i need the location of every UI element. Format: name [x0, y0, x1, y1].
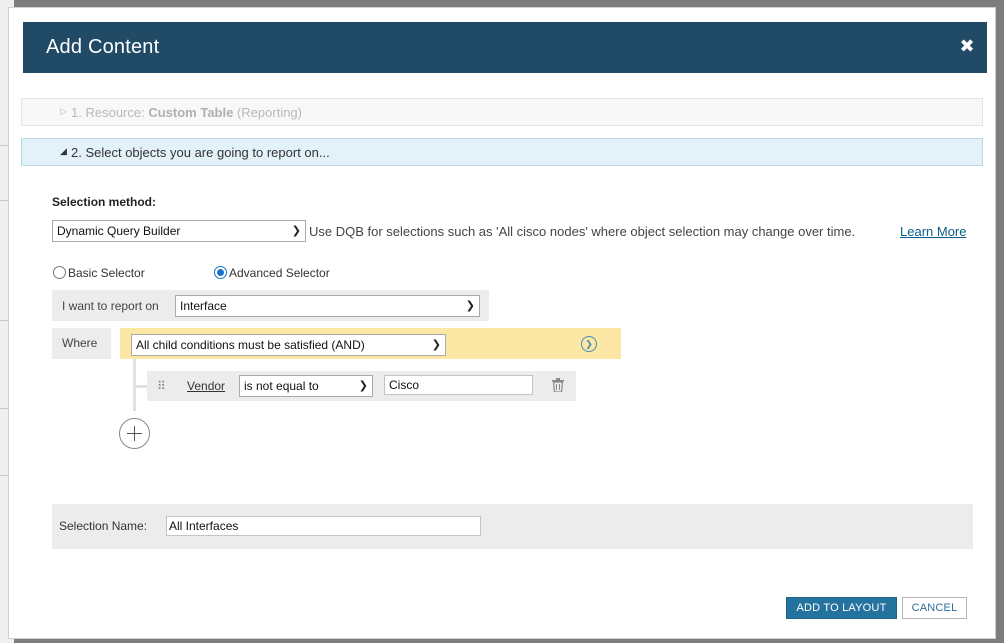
dialog-titlebar: Add Content ✖	[23, 22, 987, 73]
radio-label: Advanced Selector	[229, 266, 330, 280]
condition-mode-value: All child conditions must be satisfied (…	[136, 338, 365, 352]
radio-label: Basic Selector	[68, 266, 145, 280]
selection-name-input[interactable]	[166, 516, 481, 536]
learn-more-link[interactable]: Learn More	[900, 224, 966, 239]
radio-basic-selector[interactable]: Basic Selector	[53, 266, 145, 280]
add-to-layout-button[interactable]: ADD TO LAYOUT	[786, 597, 897, 619]
add-condition-button[interactable]	[119, 418, 150, 449]
step-select-objects-label: 2. Select objects you are going to repor…	[71, 145, 330, 160]
expand-circle-icon[interactable]: ❯	[581, 336, 597, 352]
report-on-select[interactable]: Interface ❯	[175, 295, 480, 317]
selection-method-select[interactable]: Dynamic Query Builder ❯	[52, 220, 306, 242]
radio-button[interactable]	[53, 266, 66, 279]
step-resource[interactable]: ▷ 1. Resource: Custom Table (Reporting)	[21, 98, 983, 126]
tree-connector-branch	[136, 385, 147, 388]
chevron-down-icon: ❯	[465, 300, 475, 312]
close-icon[interactable]: ✖	[957, 35, 977, 57]
step-resource-label: 1. Resource: Custom Table (Reporting)	[71, 105, 302, 120]
chevron-down-icon: ❯	[431, 339, 441, 351]
condition-rule-row: ⠿ Vendor is not equal to ❯	[147, 371, 576, 401]
condition-mode-select[interactable]: All child conditions must be satisfied (…	[131, 334, 446, 356]
selection-name-label: Selection Name:	[59, 519, 148, 533]
rule-value-input[interactable]	[384, 375, 533, 395]
selection-method-label: Selection method:	[52, 195, 157, 209]
radio-advanced-selector[interactable]: Advanced Selector	[214, 266, 330, 280]
cancel-button[interactable]: CANCEL	[902, 597, 967, 619]
where-label: Where	[52, 328, 111, 359]
triangle-right-icon: ▷	[60, 106, 67, 116]
selection-method-hint: Use DQB for selections such as 'All cisc…	[309, 224, 856, 239]
chevron-down-icon: ❯	[358, 380, 368, 392]
report-on-value: Interface	[180, 299, 227, 313]
drag-handle-icon[interactable]: ⠿	[157, 379, 166, 393]
radio-button[interactable]	[214, 266, 227, 279]
rule-operator-value: is not equal to	[244, 379, 319, 393]
trash-icon[interactable]	[552, 378, 564, 392]
selection-method-value: Dynamic Query Builder	[57, 224, 181, 238]
triangle-down-icon: ◢	[60, 146, 67, 156]
rule-field-link[interactable]: Vendor	[187, 379, 225, 393]
add-content-dialog: Add Content ✖ ▷ 1. Resource: Custom Tabl…	[8, 7, 996, 639]
step-select-objects[interactable]: ◢ 2. Select objects you are going to rep…	[21, 138, 983, 166]
dialog-title: Add Content	[46, 36, 160, 58]
chevron-down-icon: ❯	[291, 225, 301, 237]
report-on-label: I want to report on	[62, 299, 159, 313]
condition-group-bar: All child conditions must be satisfied (…	[120, 328, 621, 359]
report-on-row: I want to report on Interface ❯	[52, 290, 489, 321]
selection-name-row: Selection Name:	[52, 504, 973, 549]
rule-operator-select[interactable]: is not equal to ❯	[239, 375, 373, 397]
